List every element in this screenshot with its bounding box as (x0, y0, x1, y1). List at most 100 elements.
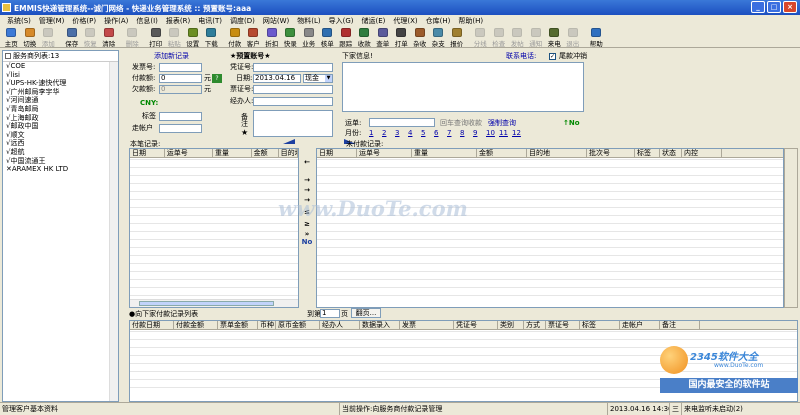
right-table-col-3[interactable]: 金额 (477, 149, 527, 158)
toolbar-button-30[interactable]: 帮助 (587, 27, 606, 48)
list-item[interactable]: √邮政中国 (6, 122, 118, 131)
month-link-2[interactable]: 2 (382, 129, 395, 137)
toolbar-button-1[interactable]: 切换 (21, 27, 40, 48)
toolbar-button-29[interactable]: 退出 (564, 27, 583, 48)
menu-item-10[interactable]: 导入(G) (325, 15, 358, 27)
transfer-arrow-1[interactable]: → (301, 176, 313, 184)
menu-item-8[interactable]: 网站(W) (259, 15, 293, 27)
left-table-col-2[interactable]: 重量 (213, 149, 252, 158)
list-item[interactable]: √COE (6, 62, 118, 71)
toolbar-button-6[interactable]: 删除 (123, 27, 142, 48)
maximize-button[interactable]: □ (767, 1, 781, 13)
transfer-arrow-6[interactable]: » (301, 230, 313, 238)
toolbar-button-22[interactable]: 杂支 (429, 27, 448, 48)
handler-input[interactable] (253, 97, 333, 106)
list-item[interactable]: ✕ARAMEX HK LTD (6, 165, 118, 174)
toolbar-button-9[interactable]: 设置 (184, 27, 203, 48)
left-table-col-4[interactable]: 目的地 (279, 149, 298, 158)
toolbar-button-17[interactable]: 跟踪 (337, 27, 356, 48)
bottom-col-9[interactable]: 类别 (498, 321, 524, 330)
left-table-col-0[interactable]: 日期 (130, 149, 165, 158)
list-item[interactable]: √上海邮政 (6, 114, 118, 123)
toolbar-button-12[interactable]: 客户 (244, 27, 263, 48)
toolbar-button-3[interactable]: 保存 (63, 27, 82, 48)
toolbar-button-23[interactable]: 报价 (448, 27, 467, 48)
left-table-col-1[interactable]: 运单号 (165, 149, 213, 158)
list-item[interactable]: √lisi (6, 71, 118, 80)
toolbar-button-25[interactable]: 检查 (490, 27, 509, 48)
confirm-button[interactable]: ? (212, 74, 222, 83)
date-input[interactable]: 2013.04.16 (253, 74, 301, 83)
right-table-col-5[interactable]: 批次号 (587, 149, 635, 158)
right-table-col-2[interactable]: 重量 (412, 149, 477, 158)
next-info-box[interactable] (342, 62, 584, 112)
menu-item-5[interactable]: 报表(R) (162, 15, 194, 27)
page-number-input[interactable]: 1 (320, 309, 340, 318)
right-table-col-0[interactable]: 日期 (317, 149, 357, 158)
toolbar-button-21[interactable]: 杂收 (411, 27, 430, 48)
menu-item-13[interactable]: 仓库(H) (422, 15, 455, 27)
tail-checkbox[interactable]: ✓ (549, 53, 556, 60)
list-item[interactable]: √河间速通 (6, 96, 118, 105)
menu-item-9[interactable]: 物料(L) (293, 15, 324, 27)
month-link-12[interactable]: 12 (512, 129, 525, 137)
minimize-button[interactable]: _ (751, 1, 765, 13)
month-link-9[interactable]: 9 (473, 129, 486, 137)
toolbar-button-18[interactable]: 收款 (355, 27, 374, 48)
bottom-col-7[interactable]: 发票 (400, 321, 454, 330)
toolbar-button-19[interactable]: 查单 (374, 27, 393, 48)
month-link-5[interactable]: 5 (421, 129, 434, 137)
list-item[interactable]: √顺文 (6, 131, 118, 140)
bottom-col-13[interactable]: 走帐户 (620, 321, 660, 330)
force-query-link[interactable]: 强制查询 (488, 119, 516, 128)
toolbar-button-15[interactable]: 业务 (300, 27, 319, 48)
horizontal-scrollbar[interactable] (130, 299, 298, 307)
bottom-col-1[interactable]: 付款金额 (174, 321, 218, 330)
month-link-7[interactable]: 7 (447, 129, 460, 137)
currency-select[interactable]: 现金 ▼ (303, 74, 333, 83)
add-record-link[interactable]: 添加新记录 (154, 52, 189, 61)
transfer-arrow-5[interactable]: ≥ (301, 220, 313, 228)
month-link-8[interactable]: 8 (460, 129, 473, 137)
paid-input[interactable]: 0 (159, 74, 202, 83)
list-item[interactable]: √UPS-HK-速快代理 (6, 79, 118, 88)
right-table-col-8[interactable]: 内控 (682, 149, 722, 158)
month-link-1[interactable]: 1 (369, 129, 382, 137)
bottom-col-14[interactable]: 备注 (660, 321, 700, 330)
notes-textarea[interactable] (253, 110, 333, 137)
menu-item-3[interactable]: 操作(A) (100, 15, 132, 27)
menu-item-4[interactable]: 信息(I) (132, 15, 162, 27)
toolbar-button-8[interactable]: 粘贴 (165, 27, 184, 48)
month-link-6[interactable]: 6 (434, 129, 447, 137)
toolbar-button-0[interactable]: 主页 (2, 27, 21, 48)
voucher-input[interactable] (253, 63, 333, 72)
toolbar-button-20[interactable]: 打单 (392, 27, 411, 48)
bottom-col-2[interactable]: 票单金额 (218, 321, 258, 330)
month-link-4[interactable]: 4 (408, 129, 421, 137)
list-item[interactable]: √青岛邮局 (6, 105, 118, 114)
left-table-col-3[interactable]: 金额 (252, 149, 279, 158)
toolbar-button-26[interactable]: 发帖 (508, 27, 527, 48)
transfer-arrow-2[interactable]: → (301, 186, 313, 194)
menu-item-2[interactable]: 价格(P) (68, 15, 100, 27)
right-table-col-7[interactable]: 状态 (660, 149, 682, 158)
walk-account-input[interactable] (159, 124, 202, 133)
close-button[interactable]: × (783, 1, 797, 13)
toolbar-button-4[interactable]: 恢复 (81, 27, 100, 48)
right-table-col-6[interactable]: 标签 (635, 149, 660, 158)
bottom-col-0[interactable]: 付款日期 (130, 321, 174, 330)
toolbar-button-5[interactable]: 清除 (100, 27, 119, 48)
list-item[interactable]: √超航 (6, 148, 118, 157)
bottom-col-4[interactable]: 原币金额 (276, 321, 320, 330)
bottom-col-6[interactable]: 数据录入 (360, 321, 400, 330)
toolbar-button-14[interactable]: 快录 (281, 27, 300, 48)
month-link-3[interactable]: 3 (395, 129, 408, 137)
bottom-col-3[interactable]: 币种 (258, 321, 276, 330)
tag-input[interactable] (159, 112, 202, 121)
page-turn-button[interactable]: 翻页... (351, 308, 381, 318)
month-link-11[interactable]: 11 (499, 129, 512, 137)
toolbar-button-28[interactable]: 来电 (545, 27, 564, 48)
vertical-scrollbar[interactable] (109, 62, 118, 401)
toolbar-button-10[interactable]: 下载 (202, 27, 221, 48)
bottom-col-11[interactable]: 票证号 (546, 321, 580, 330)
